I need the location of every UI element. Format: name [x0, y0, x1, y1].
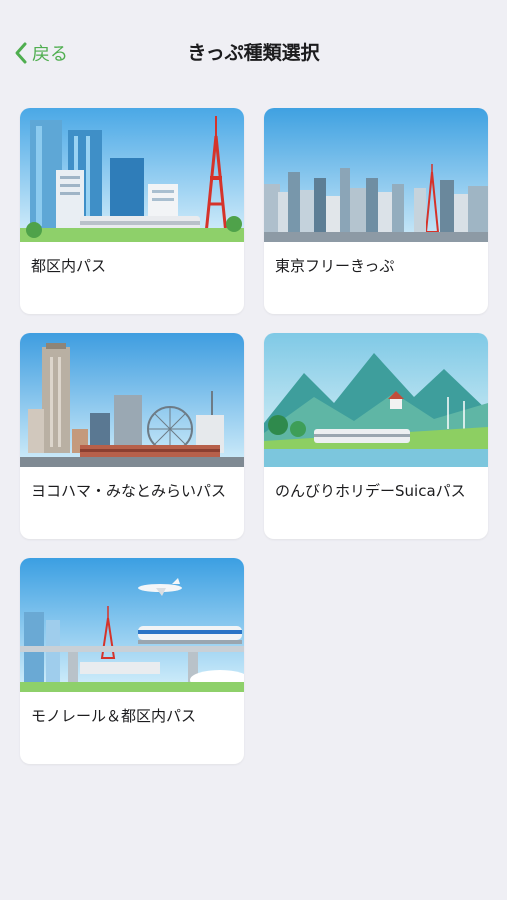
- yokohama-illustration: [20, 333, 244, 467]
- card-label: ヨコハマ・みなとみらいパス: [31, 482, 227, 500]
- card-label: 東京フリーきっぷ: [275, 257, 395, 275]
- ticket-card-nonbiri-holiday-suica-pass[interactable]: のんびりホリデーSuicaパス: [264, 333, 488, 539]
- tokyo-city-illustration: [20, 108, 244, 242]
- navigation-bar: 戻る きっぷ種類選択: [0, 0, 507, 100]
- card-label: 都区内パス: [31, 257, 107, 275]
- ticket-card-yokohama-minatomirai-pass[interactable]: ヨコハマ・みなとみらいパス: [20, 333, 244, 539]
- card-label: モノレール＆都区内パス: [31, 707, 197, 725]
- card-label: のんびりホリデーSuicaパス: [275, 482, 466, 500]
- ticket-card-tokunai-pass[interactable]: 都区内パス: [20, 108, 244, 314]
- ticket-card-monorail-tokunai-pass[interactable]: モノレール＆都区内パス: [20, 558, 244, 764]
- monorail-illustration: [20, 558, 244, 692]
- tokyo-skyline-illustration: [264, 108, 488, 242]
- page-title: きっぷ種類選択: [187, 42, 320, 64]
- ticket-card-tokyo-free-kippu[interactable]: 東京フリーきっぷ: [264, 108, 488, 314]
- countryside-illustration: [264, 333, 488, 467]
